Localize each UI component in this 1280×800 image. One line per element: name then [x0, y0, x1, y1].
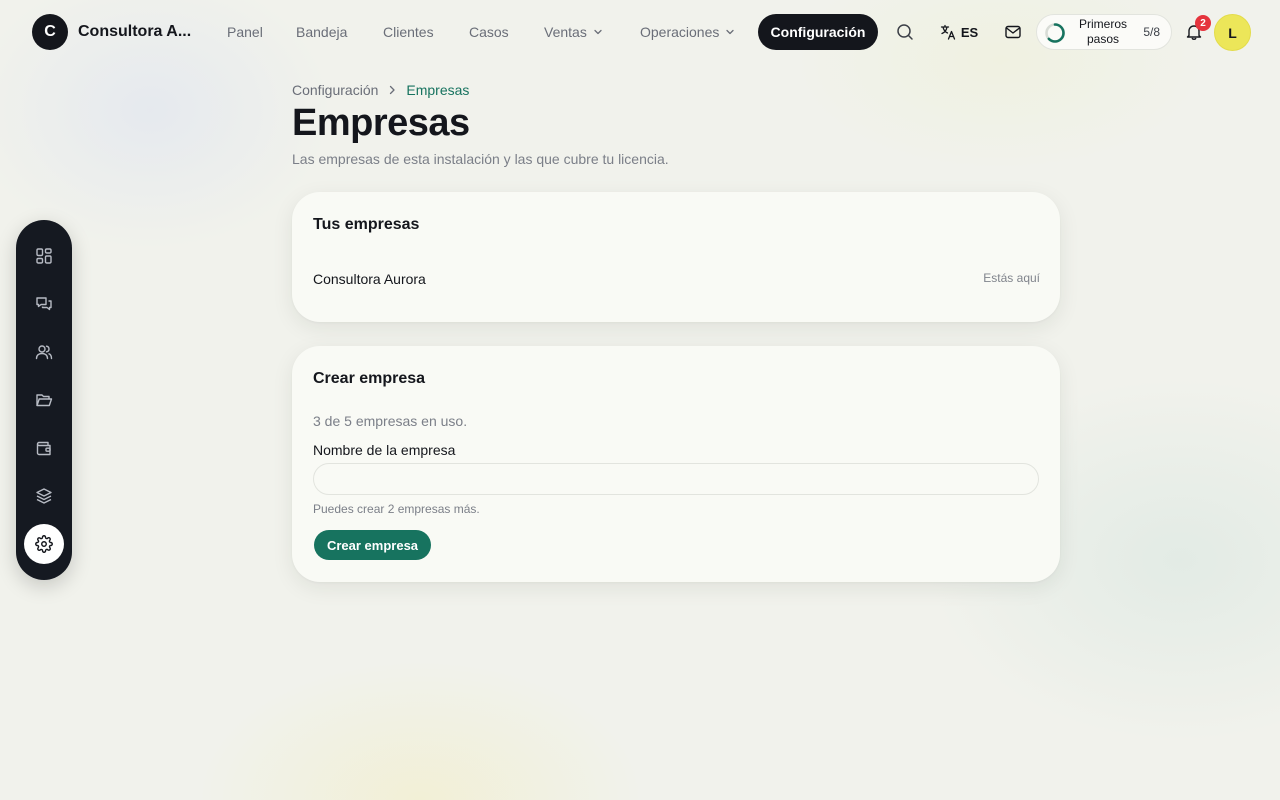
nav-panel[interactable]: Panel	[227, 14, 263, 50]
rail-item-cases[interactable]	[24, 380, 64, 420]
side-rail	[16, 220, 72, 580]
breadcrumb-current: Empresas	[406, 82, 470, 98]
rail-item-dashboard[interactable]	[24, 236, 64, 276]
nav-casos[interactable]: Casos	[469, 14, 509, 50]
onboarding-label-line1: Primeros	[1078, 17, 1127, 31]
company-usage: 3 de 5 empresas en uso.	[313, 413, 468, 429]
nav-configuracion-label: Configuración	[770, 24, 866, 40]
brand-logo: C	[32, 14, 68, 50]
company-name-hint: Puedes crear 2 empresas más.	[313, 502, 480, 516]
translate-icon	[940, 24, 955, 40]
nav-operaciones[interactable]: Operaciones	[640, 14, 735, 50]
language-button[interactable]: ES	[939, 16, 979, 48]
mail-button[interactable]	[1003, 16, 1023, 48]
nav-clientes-label: Clientes	[383, 24, 434, 40]
brand-name: Consultora A...	[78, 23, 192, 40]
search-button[interactable]	[893, 16, 917, 48]
nav-panel-label: Panel	[227, 24, 263, 40]
onboarding-label: Primeros pasos	[1073, 17, 1133, 47]
rail-item-inbox[interactable]	[24, 284, 64, 324]
wallet-icon	[36, 441, 51, 456]
page-title: Empresas	[292, 102, 470, 144]
nav-ventas-label: Ventas	[544, 24, 587, 40]
chat-icon	[36, 297, 52, 311]
rail-item-settings[interactable]	[24, 524, 64, 564]
notifications-badge: 2	[1195, 15, 1211, 31]
nav-bandeja-label: Bandeja	[296, 24, 348, 40]
create-company-button[interactable]: Crear empresa	[314, 530, 431, 560]
breadcrumb-parent[interactable]: Configuración	[292, 82, 378, 98]
avatar-letter: L	[1228, 24, 1237, 41]
company-status: Estás aquí	[983, 271, 1040, 285]
onboarding-progress[interactable]: Primeros pasos 5/8	[1036, 14, 1172, 50]
create-company-title: Crear empresa	[313, 370, 426, 387]
breadcrumb: Configuración Empresas	[292, 82, 469, 98]
onboarding-label-line2: pasos	[1086, 32, 1120, 46]
onboarding-count: 5/8	[1143, 25, 1160, 39]
language-label: ES	[960, 24, 979, 40]
mail-icon	[1005, 25, 1021, 39]
company-name: Consultora Aurora	[313, 271, 426, 287]
avatar[interactable]: L	[1214, 14, 1251, 51]
nav-configuracion[interactable]: Configuración	[758, 14, 878, 50]
your-companies-title: Tus empresas	[313, 216, 420, 233]
rail-item-sales[interactable]	[24, 428, 64, 468]
layers-icon	[36, 488, 52, 504]
company-name-input[interactable]	[313, 463, 1039, 495]
users-icon	[35, 345, 53, 360]
gear-icon	[35, 535, 53, 553]
chevron-right-icon	[390, 85, 396, 95]
nav-ventas[interactable]: Ventas	[544, 14, 603, 50]
nav-casos-label: Casos	[469, 24, 509, 40]
rail-item-clients[interactable]	[24, 332, 64, 372]
progress-ring-icon	[1045, 23, 1065, 43]
folder-icon	[36, 394, 53, 407]
dashboard-icon	[36, 248, 52, 264]
rail-item-operations[interactable]	[24, 476, 64, 516]
chevron-down-icon	[594, 29, 602, 35]
your-companies-card: Tus empresas Consultora Aurora Estás aqu…	[292, 192, 1060, 322]
brand[interactable]: C Consultora A...	[32, 14, 191, 50]
nav-operaciones-label: Operaciones	[640, 24, 720, 40]
chevron-down-icon	[726, 29, 735, 35]
page-subtitle: Las empresas de esta instalación y las q…	[292, 151, 669, 167]
create-company-card: Crear empresa 3 de 5 empresas en uso. No…	[292, 346, 1060, 582]
nav-clientes[interactable]: Clientes	[383, 14, 434, 50]
search-icon	[897, 24, 913, 40]
company-name-label: Nombre de la empresa	[313, 442, 456, 458]
nav-bandeja[interactable]: Bandeja	[296, 14, 347, 50]
top-bar: C Consultora A... Panel Bandeja Clientes…	[0, 0, 1280, 64]
